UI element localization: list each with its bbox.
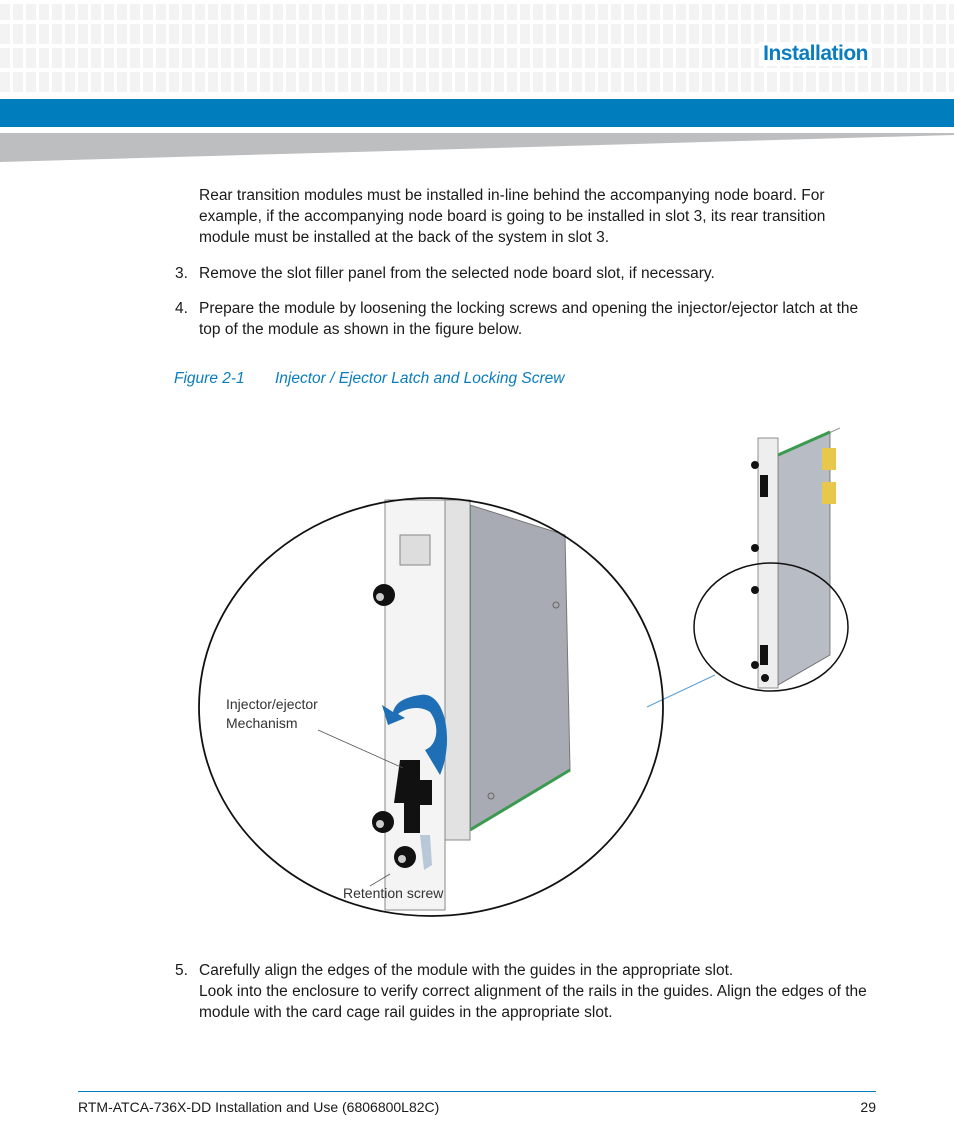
step-number: 5.: [175, 962, 188, 979]
figure-label: Figure 2-1: [174, 370, 245, 387]
figure-title: Injector / Ejector Latch and Locking Scr…: [275, 370, 565, 387]
intro-paragraph: Rear transition modules must be installe…: [199, 187, 826, 246]
header-wedge: [0, 133, 954, 162]
section-title: Installation: [759, 42, 872, 66]
document-page: Installation Rear transition modules mus…: [0, 0, 954, 1145]
zoom-connector: [646, 674, 716, 708]
step-number: 3.: [175, 265, 188, 282]
step-text: Carefully align the edges of the module …: [199, 962, 734, 979]
step-text: Prepare the module by loosening the lock…: [199, 300, 859, 338]
overview-board: [751, 427, 841, 689]
figure-illustration: Injector/ejector Mechanism Retention scr…: [198, 427, 849, 917]
header-bar: [0, 99, 954, 127]
callout-screw: Retention screw: [343, 885, 444, 901]
footer-rule: [78, 1091, 876, 1092]
magnified-view: [317, 499, 571, 911]
callout-mechanism: Mechanism: [226, 715, 298, 731]
step-number: 4.: [175, 300, 188, 317]
page-number: 29: [860, 1099, 876, 1115]
step-text: Remove the slot filler panel from the se…: [199, 265, 715, 282]
footer-doc-title: RTM-ATCA-736X-DD Installation and Use (6…: [78, 1099, 440, 1115]
callout-mechanism: Injector/ejector: [226, 696, 318, 712]
step-subtext: Look into the enclosure to verify correc…: [199, 983, 867, 1021]
